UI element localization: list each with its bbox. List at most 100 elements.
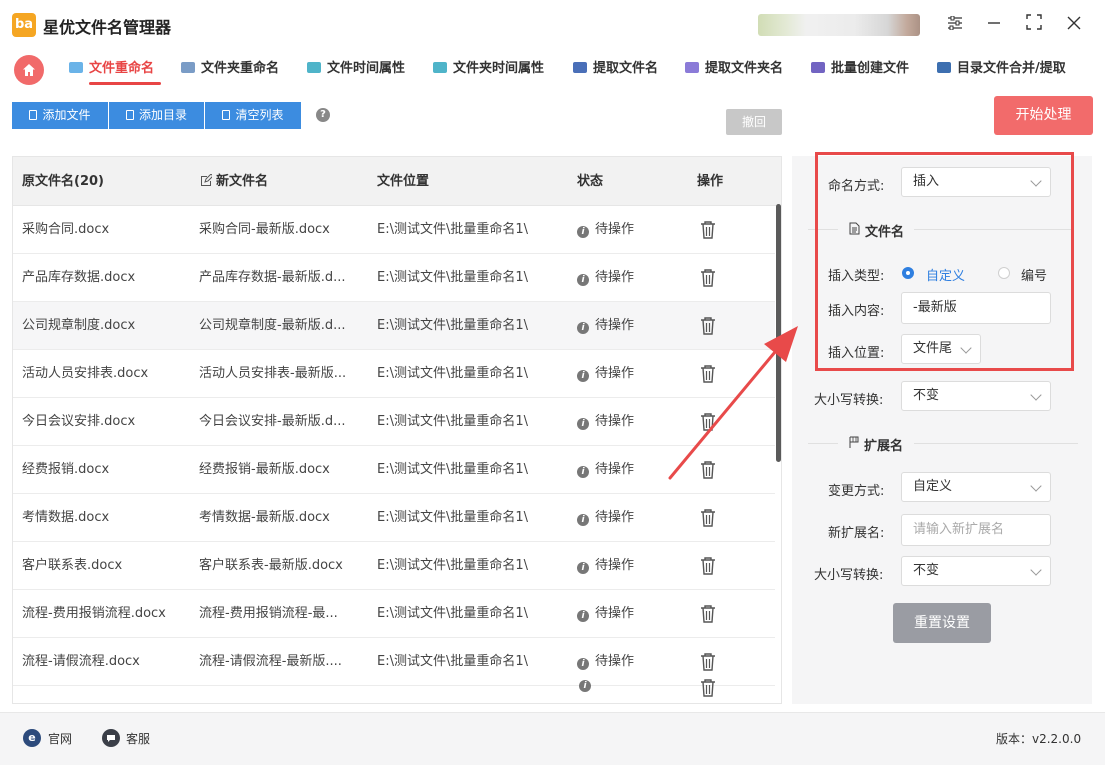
website-icon[interactable]: e: [23, 729, 41, 747]
info-icon: i: [577, 658, 589, 670]
new-name-cell: 采购合同-最新版.docx: [199, 222, 330, 237]
new-extension-input[interactable]: 请输入新扩展名: [901, 514, 1051, 546]
insert-content-label: 插入内容:: [828, 304, 885, 319]
minimize-icon[interactable]: [981, 12, 1007, 38]
start-processing-button[interactable]: 开始处理: [994, 96, 1093, 135]
table-row[interactable]: i: [13, 679, 775, 703]
tab-batch-create[interactable]: 批量创建文件: [811, 58, 909, 80]
home-button[interactable]: [14, 55, 44, 85]
chevron-down-icon: [1030, 480, 1042, 492]
chat-icon[interactable]: [102, 729, 120, 747]
folder-icon: [125, 110, 134, 120]
col-new-name[interactable]: 新文件名: [199, 157, 268, 206]
tab-folder-time[interactable]: 文件夹时间属性: [433, 58, 544, 80]
flag-icon: [849, 436, 860, 453]
add-directory-button[interactable]: 添加目录: [109, 102, 204, 129]
table-row[interactable]: 流程-请假流程.docx 流程-请假流程-最新版.... E:\测试文件\批量重命名…: [13, 638, 775, 686]
insert-type-label: 插入类型:: [828, 269, 885, 284]
help-icon[interactable]: ?: [316, 108, 330, 122]
extract-foldername-icon: [685, 62, 699, 73]
active-tab-indicator: [89, 82, 161, 85]
new-name-cell: 流程-请假流程-最新版....: [199, 654, 342, 669]
delete-row-icon[interactable]: [699, 604, 717, 624]
clear-list-button[interactable]: 清空列表: [205, 102, 301, 129]
insert-type-number-radio[interactable]: [998, 267, 1010, 279]
status-cell: i 待操作: [577, 590, 687, 637]
settings-icon[interactable]: [942, 12, 968, 38]
extension-case-select[interactable]: 不变: [901, 556, 1051, 586]
new-name-cell: 流程-费用报销流程-最...: [199, 606, 338, 621]
status-text: 待操作: [595, 462, 635, 477]
user-avatar[interactable]: [758, 14, 920, 36]
insert-type-custom-label[interactable]: 自定义: [926, 265, 965, 284]
info-icon: i: [577, 514, 589, 526]
reset-settings-button[interactable]: 重置设置: [893, 603, 991, 643]
original-name-cell: 公司规章制度.docx: [22, 318, 136, 333]
col-original-name[interactable]: 原文件名(20): [22, 157, 104, 206]
button-label: 添加文件: [42, 108, 91, 122]
tab-folder-rename[interactable]: 文件夹重命名: [181, 58, 279, 80]
batch-create-icon: [811, 62, 825, 73]
delete-row-icon[interactable]: [699, 220, 717, 240]
website-link[interactable]: 官网: [48, 730, 72, 747]
tab-file-rename[interactable]: 文件重命名: [69, 58, 154, 80]
insert-content-input[interactable]: -最新版: [901, 292, 1051, 324]
status-text: 待操作: [595, 222, 635, 237]
status-cell: i 待操作: [577, 542, 687, 589]
tab-label: 文件夹时间属性: [453, 61, 545, 76]
table-row[interactable]: 客户联系表.docx 客户联系表-最新版.docx E:\测试文件\批量重命名1\ i…: [13, 542, 775, 590]
naming-mode-select[interactable]: 插入: [901, 167, 1051, 197]
undo-button[interactable]: 撤回: [726, 109, 782, 135]
tab-extract-filename[interactable]: 提取文件名: [573, 58, 658, 80]
original-name-cell: 客户联系表.docx: [22, 558, 123, 573]
filename-case-select[interactable]: 不变: [901, 381, 1051, 411]
original-name-cell: 采购合同.docx: [22, 222, 110, 237]
annotation-arrow: [668, 326, 798, 480]
table-row[interactable]: 考情数据.docx 考情数据-最新版.docx E:\测试文件\批量重命名1\ i 待操…: [13, 494, 775, 542]
document-icon: [849, 222, 860, 239]
extension-mode-select[interactable]: 自定义: [901, 472, 1051, 502]
original-name-cell: 产品库存数据.docx: [22, 270, 136, 285]
app-logo: ba: [12, 13, 36, 37]
maximize-icon[interactable]: [1021, 12, 1047, 38]
tab-extract-foldername[interactable]: 提取文件夹名: [685, 58, 783, 80]
delete-row-icon[interactable]: [699, 556, 717, 576]
table-row[interactable]: 流程-费用报销流程.docx 流程-费用报销流程-最... E:\测试文件\批量重命…: [13, 590, 775, 638]
table-row[interactable]: 产品库存数据.docx 产品库存数据-最新版.d... E:\测试文件\批量重命名1…: [13, 254, 775, 302]
tab-dir-merge[interactable]: 目录文件合并/提取: [937, 58, 1066, 80]
col-action[interactable]: 操作: [697, 157, 723, 206]
file-icon: [29, 110, 38, 120]
insert-type-custom-radio[interactable]: [902, 267, 914, 279]
new-name-cell: 产品库存数据-最新版.d...: [199, 270, 346, 285]
naming-mode-label: 命名方式:: [828, 179, 885, 194]
delete-row-icon[interactable]: [699, 678, 717, 698]
status-text: 待操作: [595, 510, 635, 525]
add-files-button[interactable]: 添加文件: [12, 102, 108, 129]
change-mode-label: 变更方式:: [828, 484, 885, 499]
delete-row-icon[interactable]: [699, 508, 717, 528]
delete-row-icon[interactable]: [699, 652, 717, 672]
chevron-down-icon: [1030, 175, 1042, 187]
table-row[interactable]: 采购合同.docx 采购合同-最新版.docx E:\测试文件\批量重命名1\ i 待操…: [13, 206, 775, 254]
delete-row-icon[interactable]: [699, 268, 717, 288]
chevron-down-icon: [960, 342, 972, 354]
tab-file-time[interactable]: 文件时间属性: [307, 58, 405, 80]
original-name-cell: 流程-请假流程.docx: [22, 654, 140, 669]
location-cell: E:\测试文件\批量重命名1\: [377, 654, 529, 669]
info-icon: i: [577, 274, 589, 286]
insert-type-number-label[interactable]: 编号: [1021, 265, 1047, 284]
info-icon: i: [579, 680, 591, 692]
button-label: 清空列表: [235, 108, 284, 122]
new-name-cell: 考情数据-最新版.docx: [199, 510, 330, 525]
location-cell: E:\测试文件\批量重命名1\: [377, 510, 529, 525]
insert-position-select[interactable]: 文件尾: [901, 334, 981, 364]
location-cell: E:\测试文件\批量重命名1\: [377, 462, 529, 477]
footer: [0, 712, 1105, 765]
support-link[interactable]: 客服: [126, 730, 150, 747]
case-conversion-label: 大小写转换:: [814, 568, 884, 583]
new-name-cell: 经费报销-最新版.docx: [199, 462, 330, 477]
status-cell: i 待操作: [577, 206, 687, 253]
col-status[interactable]: 状态: [577, 157, 603, 206]
col-location[interactable]: 文件位置: [377, 157, 429, 206]
close-icon[interactable]: [1061, 12, 1087, 38]
